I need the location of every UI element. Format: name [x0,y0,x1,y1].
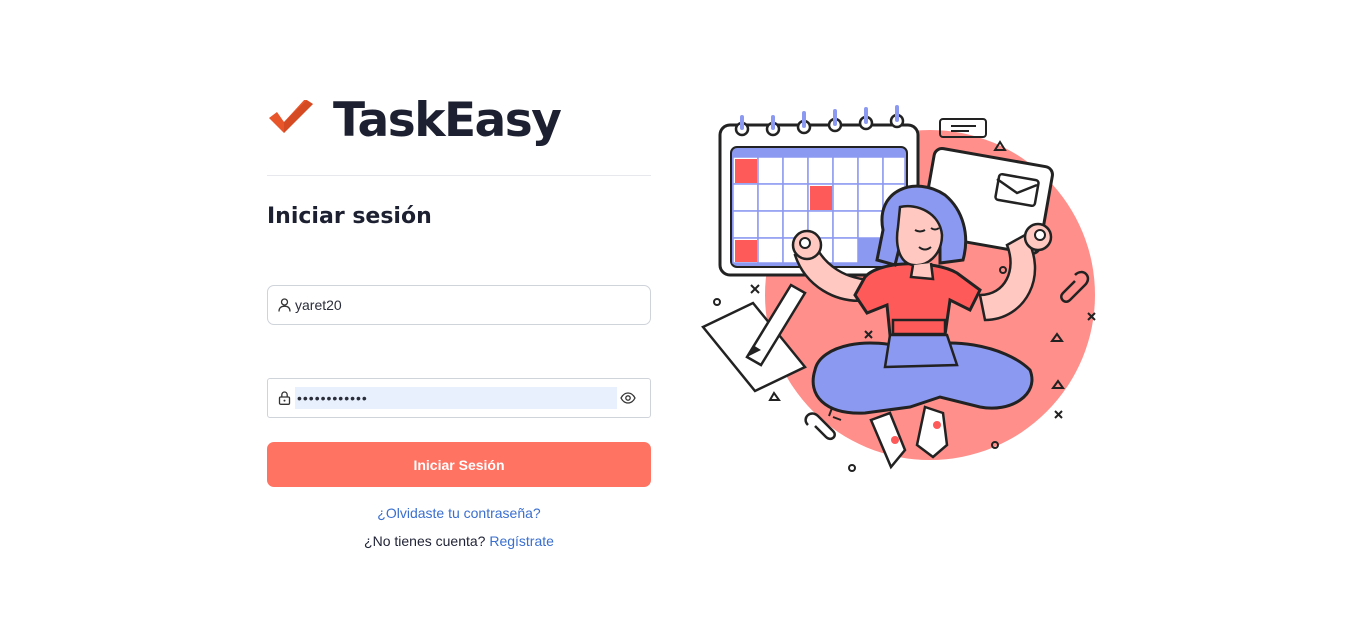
forgot-password: ¿Olvidaste tu contraseña? [267,505,651,521]
signup-link[interactable]: Regístrate [489,533,554,549]
woman-meditating-with-calendar-illustration [701,105,1096,472]
page-title: Iniciar sesión [267,204,432,229]
signup-prompt: ¿No tienes cuenta? [364,533,486,549]
password-field[interactable] [267,378,651,418]
checkmark-icon [269,100,313,133]
divider [267,175,651,176]
username-input[interactable] [295,294,635,316]
brand: TaskEasy [267,90,562,150]
lock-icon [277,391,291,405]
user-icon [277,298,291,312]
login-button[interactable]: Iniciar Sesión [267,442,651,487]
login-panel: TaskEasy Iniciar sesión Inic [267,0,651,637]
forgot-password-link[interactable]: ¿Olvidaste tu contraseña? [377,505,540,521]
password-input[interactable] [295,387,617,409]
signup-row: ¿No tienes cuenta? Regístrate [267,533,651,549]
eye-icon[interactable] [620,390,636,406]
brand-name: TaskEasy [333,92,562,148]
username-field[interactable] [267,285,651,325]
